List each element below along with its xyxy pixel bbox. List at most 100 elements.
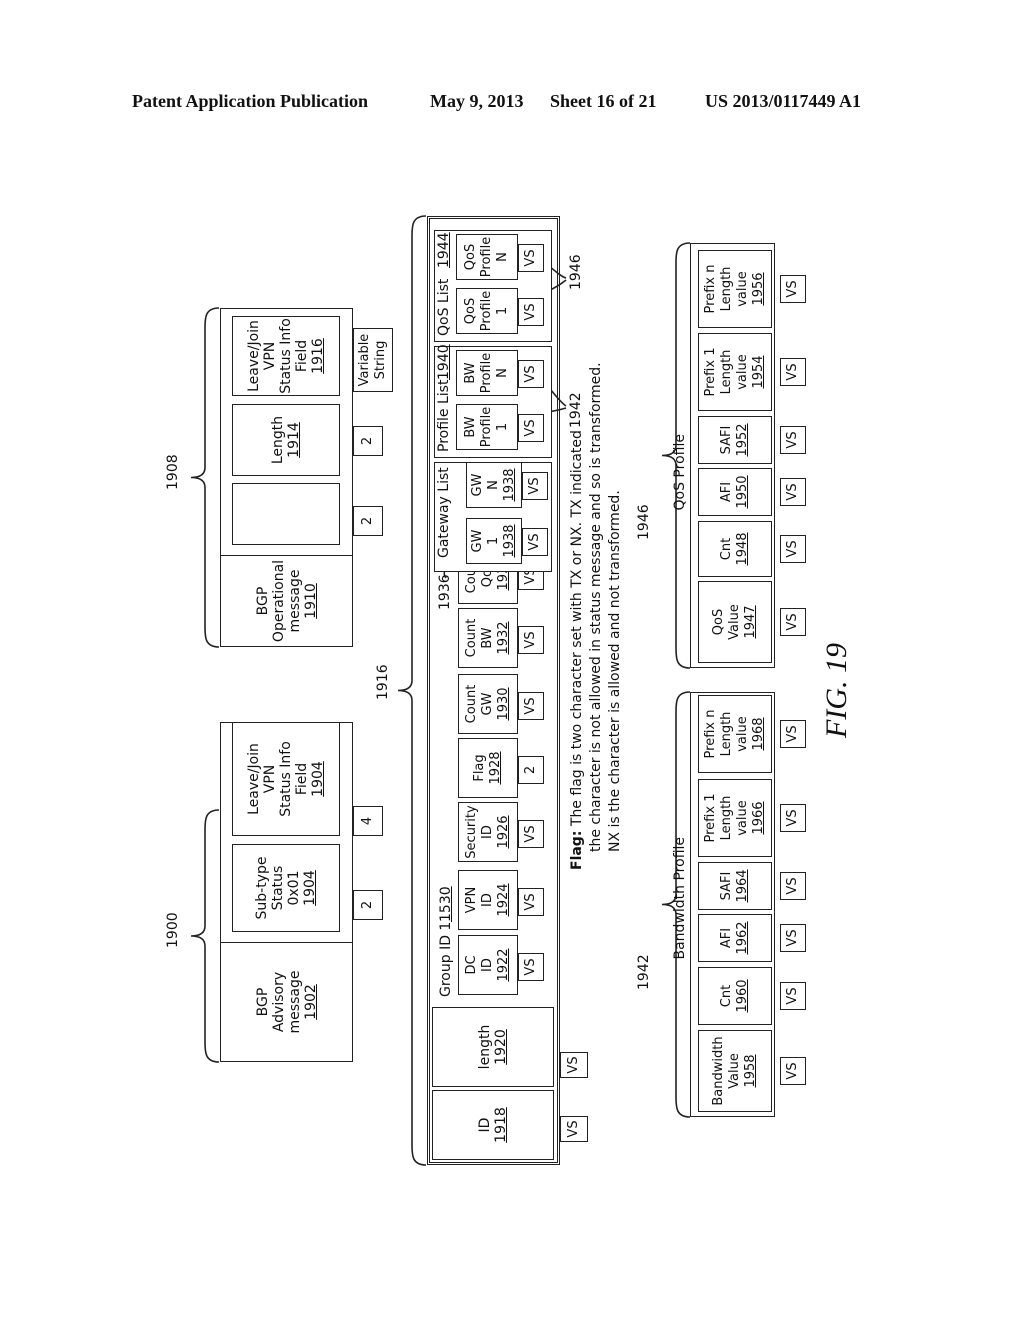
field-text: Leave/Join xyxy=(246,743,262,815)
group-field-1930-text: Count GW 1930 xyxy=(458,674,518,734)
field-text: ID xyxy=(480,825,495,839)
field-text: VS xyxy=(785,483,800,501)
field-text: length xyxy=(477,1024,493,1070)
field-text: VPN xyxy=(262,341,278,371)
gateway-list-title: Gateway List xyxy=(436,467,452,558)
qos-list-ref: 1944 xyxy=(436,232,452,268)
size-box-type-label: 2 xyxy=(353,506,383,536)
brace-1908 xyxy=(190,307,220,648)
bandwidth-profile-field-1968-text: Prefix n Length value 1968 xyxy=(698,695,772,773)
field-text: Prefix n xyxy=(703,264,718,314)
field-type-box xyxy=(232,483,340,545)
size-box-1926-label: VS xyxy=(518,820,544,848)
size-box-bw-profile-1-label: VS xyxy=(518,414,544,442)
field-text: AFI xyxy=(719,481,734,503)
size-box-gateway-1-label: VS xyxy=(522,528,548,556)
field-text: VS xyxy=(523,697,538,715)
field-text: VPN xyxy=(464,886,479,914)
reference-number: 1938 xyxy=(502,468,517,502)
reference-number: 1962 xyxy=(735,921,750,955)
size-box-qos-profile-1-label: VS xyxy=(518,298,544,326)
qos-profile-item-2-text: QoS Profile N xyxy=(456,234,518,280)
qos-profile-field-1954-text: Prefix 1 Length value 1954 xyxy=(698,333,772,411)
field-text: Sub-type xyxy=(254,856,270,920)
field-text: VS xyxy=(785,431,800,449)
ref-qos-profile: 1946 xyxy=(636,504,652,540)
field-text: VS xyxy=(785,1062,800,1080)
size-box-1962-label: VS xyxy=(780,924,806,952)
reference-number: 1928 xyxy=(488,751,503,785)
field-text: VS xyxy=(523,825,538,843)
size-box-1922-label: VS xyxy=(518,953,544,981)
size-box-1952-label: VS xyxy=(780,426,806,454)
field-text: Profile xyxy=(479,406,494,448)
group-id-ref: 1530 xyxy=(438,886,454,922)
field-text: VS xyxy=(785,280,800,298)
field-text: Profile xyxy=(479,352,494,394)
field-text: ID xyxy=(480,893,495,907)
field-text: Length xyxy=(719,711,734,757)
reference-number: 1902 xyxy=(302,984,319,1020)
field-text: Value xyxy=(727,604,742,640)
size-box-1968-label: VS xyxy=(780,720,806,748)
flag-note-line2: the character is not allowed in status m… xyxy=(588,362,604,852)
field-bgp-advisory-text: BGP Advisory message 1902 xyxy=(220,942,353,1062)
field-bgp-operational-text: BGP Operational message 1910 xyxy=(220,555,353,647)
field-text: Operational xyxy=(270,559,287,643)
flag-note-line1: The flag is two character set with TX or… xyxy=(569,430,585,831)
field-text: Value xyxy=(727,1053,742,1089)
field-text: VS xyxy=(785,929,800,947)
field-text: VS xyxy=(566,1056,581,1074)
bw-profile-item-1-text: BW Profile 1 xyxy=(456,404,518,450)
field-text: Count xyxy=(464,618,479,658)
qos-list-title: QoS List xyxy=(436,278,452,336)
reference-number: 1938 xyxy=(502,524,517,558)
qos-profile-field-1948-text: Cnt 1948 xyxy=(698,521,772,577)
field-text: GW xyxy=(470,473,485,497)
field-text: Field xyxy=(294,762,310,796)
field-text: VS xyxy=(566,1120,581,1138)
field-subtype-status-text: Sub-type Status 0x01 1904 xyxy=(232,844,340,932)
field-text: BW xyxy=(463,362,478,384)
bw-profile-item-2-text: BW Profile N xyxy=(456,350,518,396)
field-text: Bandwidth xyxy=(711,1036,726,1106)
field-text: VS xyxy=(523,631,538,649)
field-text: VS xyxy=(785,877,800,895)
field-text: QoS xyxy=(463,297,478,325)
field-text: Prefix 1 xyxy=(703,347,718,397)
reference-number: 1966 xyxy=(751,801,766,835)
reference-number: 1922 xyxy=(496,948,511,982)
ref-1908: 1908 xyxy=(165,454,181,490)
field-text: GW xyxy=(480,692,495,716)
group-field-1926-text: Security ID 1926 xyxy=(458,802,518,862)
field-text: Cnt xyxy=(719,984,734,1008)
field-text: AFI xyxy=(719,927,734,949)
size-box-subtype-label: 2 xyxy=(353,890,383,920)
reference-number: 1968 xyxy=(751,717,766,751)
field-text: Cnt xyxy=(719,537,734,561)
field-text: 2 xyxy=(360,900,375,910)
size-box-1958-label: VS xyxy=(780,1057,806,1085)
reference-number: 1950 xyxy=(735,475,750,509)
reference-number: 1916 xyxy=(310,338,326,374)
group-field-1924-text: VPN ID 1924 xyxy=(458,870,518,930)
size-box-1956-label: VS xyxy=(780,275,806,303)
reference-number: 1904 xyxy=(310,761,326,797)
field-length-1920-text: length 1920 xyxy=(432,1007,554,1087)
field-text: SAFI xyxy=(719,425,734,455)
field-length-1914-text: Length 1914 xyxy=(232,404,340,476)
reference-number: 1904 xyxy=(302,870,318,906)
field-text: Length xyxy=(719,795,734,841)
flag-note-bold: Flag: xyxy=(569,830,585,870)
field-text: BGP xyxy=(254,987,271,1017)
field-text: QoS xyxy=(711,608,726,636)
ref-1900: 1900 xyxy=(165,912,181,948)
field-text: VS xyxy=(523,958,538,976)
field-text: 1 xyxy=(495,306,510,316)
size-box-1950-label: VS xyxy=(780,478,806,506)
field-text: VS xyxy=(785,725,800,743)
field-text: VS xyxy=(527,477,542,495)
reference-number: 1932 xyxy=(496,621,511,655)
field-text: 2 xyxy=(523,765,538,775)
brace-1900 xyxy=(190,809,220,1063)
